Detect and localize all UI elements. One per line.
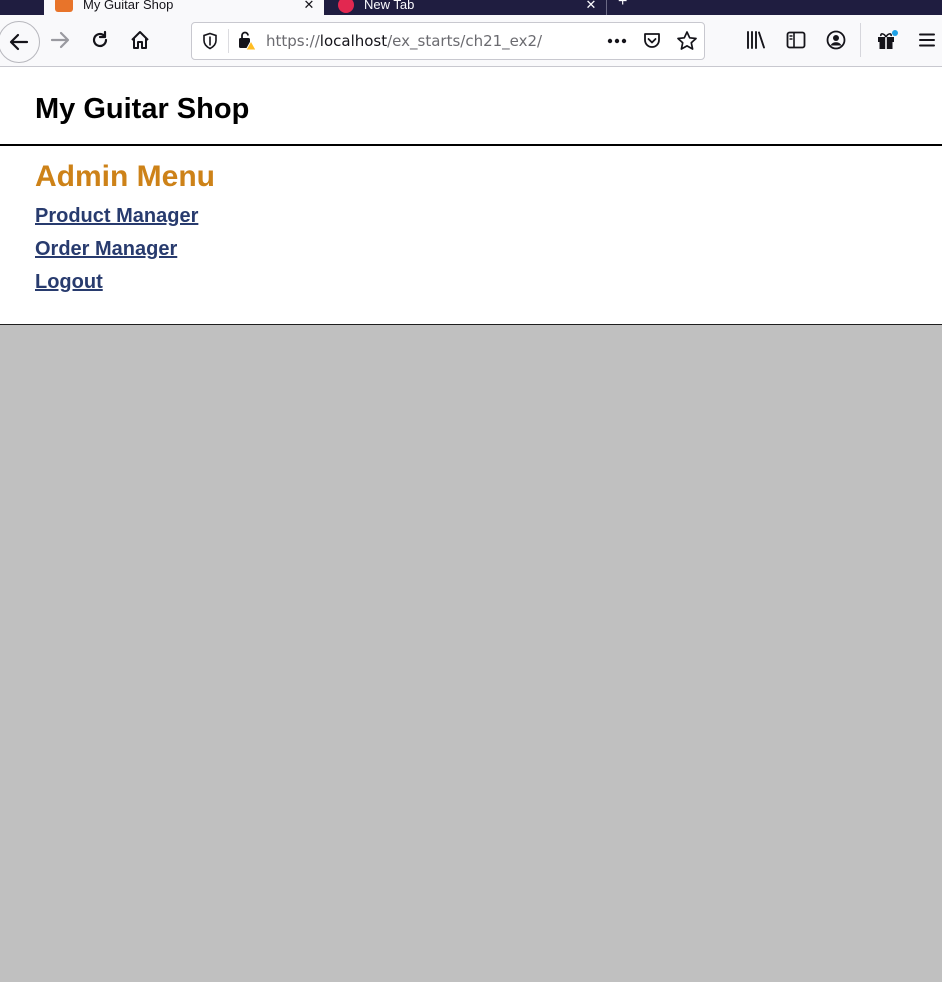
reload-icon [92, 30, 108, 48]
tracking-protection-button[interactable] [194, 25, 226, 57]
forward-arrow-icon [50, 31, 70, 49]
sidebar-icon [786, 31, 806, 49]
url-path: /ex_starts/ch21_ex2/ [387, 32, 543, 50]
close-tab-icon[interactable]: ✕ [294, 0, 324, 13]
tab-new-tab[interactable]: New Tab ✕ [324, 0, 606, 15]
url-bar[interactable]: https://localhost/ex_starts/ch21_ex2/ [191, 22, 705, 60]
whats-new-button[interactable] [871, 24, 903, 56]
new-tab-plus-icon[interactable]: + [618, 0, 627, 11]
url-host: localhost [319, 32, 388, 50]
gift-icon [878, 30, 898, 49]
sidebar-button[interactable] [780, 24, 812, 56]
admin-menu-heading: Admin Menu [35, 160, 215, 193]
tab-separator [606, 0, 607, 15]
star-icon [677, 31, 697, 50]
tab-title: New Tab [364, 0, 415, 12]
insecure-lock-icon [239, 31, 257, 51]
home-button[interactable] [124, 24, 156, 56]
site-title: My Guitar Shop [35, 93, 250, 125]
product-manager-link[interactable]: Product Manager [35, 205, 198, 228]
hamburger-menu-icon [919, 33, 935, 47]
site-info-button[interactable] [231, 25, 263, 57]
tracking-shield-icon [203, 32, 217, 50]
pocket-icon [644, 33, 660, 48]
bookmark-star-button[interactable] [671, 25, 703, 57]
back-button[interactable] [0, 21, 40, 63]
urlbar-divider [228, 29, 229, 53]
tab-title: My Guitar Shop [83, 0, 174, 12]
pocket-button[interactable] [636, 25, 668, 57]
site-favicon-icon [55, 0, 73, 12]
header-divider [0, 144, 942, 146]
page-actions-button[interactable] [601, 25, 633, 57]
toolbar-divider [860, 23, 861, 57]
tab-strip: My Guitar Shop ✕ New Tab ✕ + [0, 0, 942, 15]
order-manager-link[interactable]: Order Manager [35, 238, 177, 261]
tab-my-guitar-shop[interactable]: My Guitar Shop ✕ [44, 0, 324, 15]
logout-link[interactable]: Logout [35, 271, 103, 294]
home-icon [131, 31, 149, 49]
reload-button[interactable] [84, 24, 116, 56]
url-text[interactable]: https://localhost/ex_starts/ch21_ex2/ [266, 32, 542, 50]
new-tab-favicon-icon [338, 0, 354, 13]
close-tab-icon[interactable]: ✕ [576, 0, 606, 13]
more-dots-icon [607, 38, 627, 44]
forward-button[interactable] [44, 24, 76, 56]
library-button[interactable] [740, 24, 772, 56]
account-button[interactable] [820, 24, 852, 56]
account-icon [826, 30, 846, 50]
app-menu-button[interactable] [911, 24, 942, 56]
url-scheme: https:// [266, 32, 320, 50]
page-content: My Guitar Shop Admin Menu Product Manage… [0, 67, 942, 325]
back-arrow-icon [9, 33, 29, 51]
library-icon [747, 31, 765, 49]
navigation-toolbar: https://localhost/ex_starts/ch21_ex2/ [0, 15, 942, 67]
